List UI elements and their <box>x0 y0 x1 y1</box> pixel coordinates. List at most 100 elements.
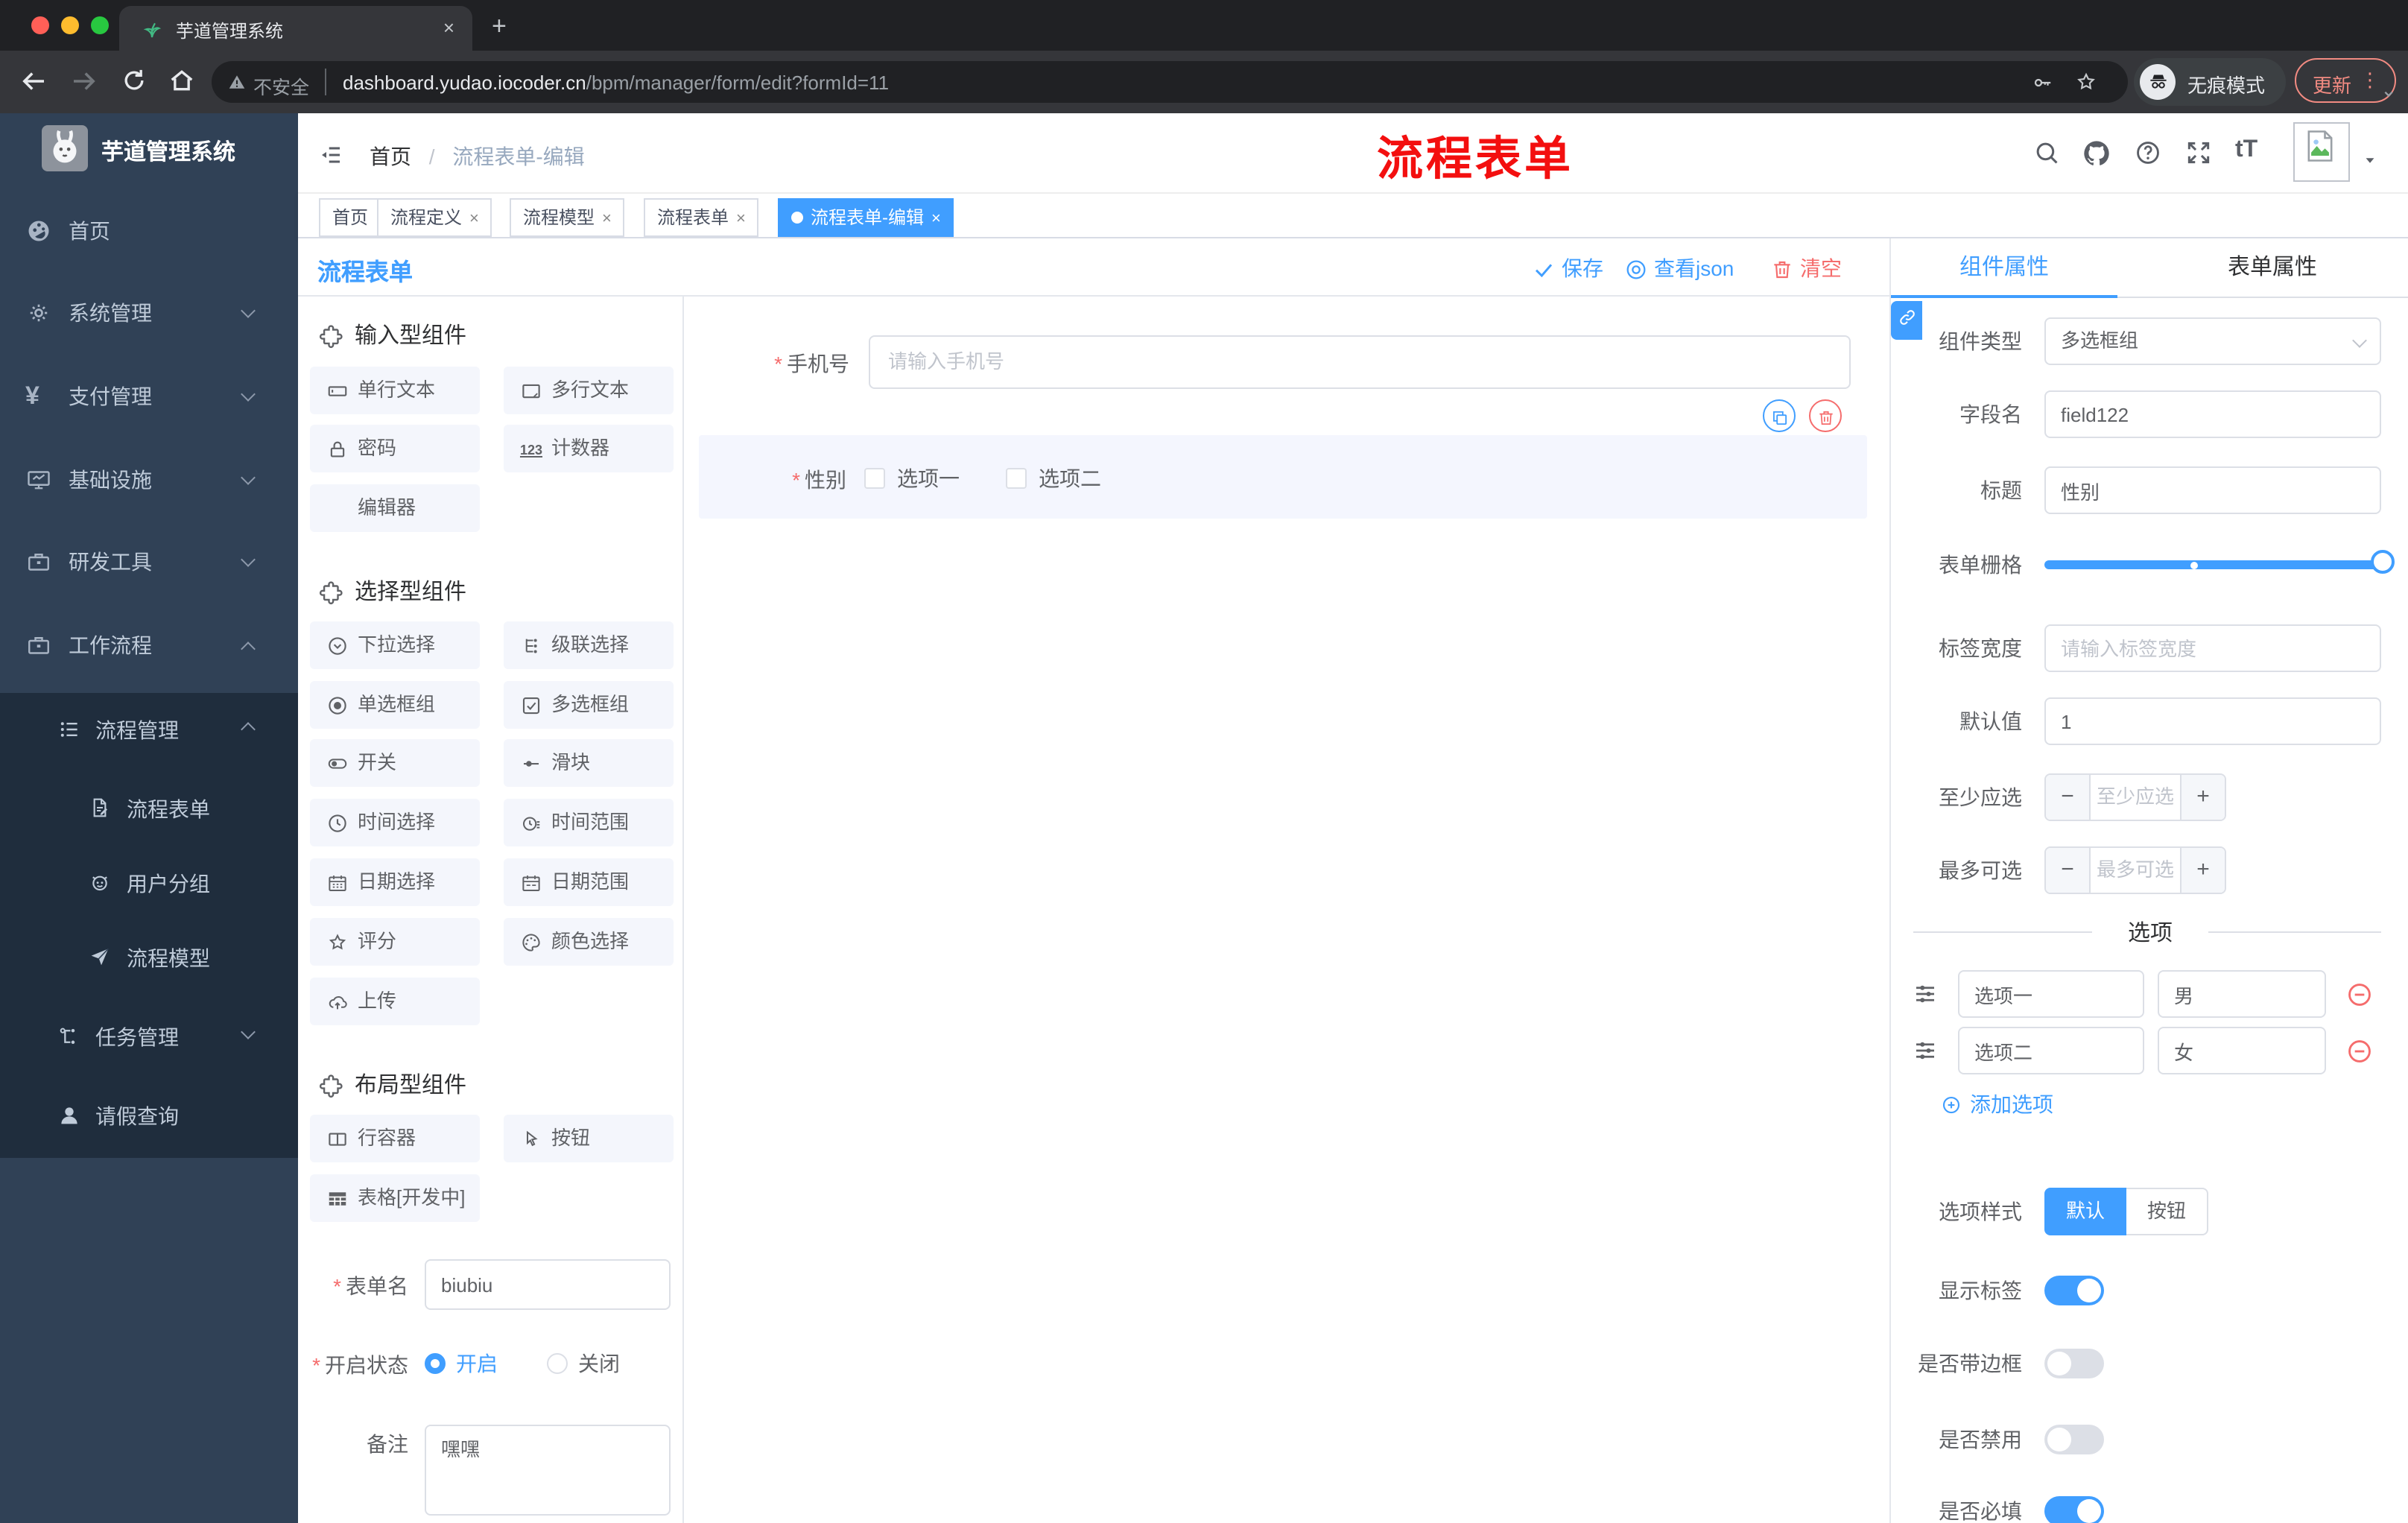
sidebar-item-home[interactable]: 首页 <box>0 189 298 273</box>
add-option-button[interactable]: 添加选项 <box>1940 1089 2053 1119</box>
remove-option-icon[interactable] <box>2345 1037 2374 1066</box>
new-tab-button[interactable]: + <box>492 12 507 42</box>
sidebar-item-user-group[interactable]: 用户分组 <box>0 846 298 921</box>
sidebar-item-payment[interactable]: ¥ 支付管理 <box>0 355 298 438</box>
tag-process-form-edit[interactable]: 流程表单-编辑 × <box>778 198 954 237</box>
component-switch[interactable]: 开关 <box>310 739 480 787</box>
tag-close-icon[interactable]: × <box>469 210 479 228</box>
delete-field-button[interactable] <box>1809 399 1842 432</box>
option-value-input[interactable] <box>2158 1027 2326 1074</box>
component-rate[interactable]: 评分 <box>310 918 480 966</box>
stepper-minus-button[interactable]: − <box>2046 848 2091 893</box>
stepper-minus-button[interactable]: − <box>2046 775 2091 820</box>
avatar[interactable] <box>2293 122 2350 182</box>
component-color-picker[interactable]: 颜色选择 <box>504 918 674 966</box>
view-json-button[interactable]: 查看json <box>1624 253 1734 283</box>
sidebar-logo[interactable]: 芋道管理系统 <box>0 125 298 185</box>
drag-handle-icon[interactable] <box>1912 1037 1939 1064</box>
disabled-switch[interactable] <box>2044 1425 2104 1454</box>
remove-option-icon[interactable] <box>2345 981 2374 1009</box>
browser-menu-icon[interactable]: ⋮ <box>2360 69 2380 92</box>
required-switch[interactable] <box>2044 1496 2104 1523</box>
tab-close-icon[interactable]: × <box>443 16 454 39</box>
question-icon[interactable] <box>2134 139 2162 167</box>
default-value-input[interactable] <box>2044 697 2381 745</box>
window-chevron-icon[interactable] <box>2378 83 2399 104</box>
component-select[interactable]: 下拉选择 <box>310 621 480 669</box>
max-select-placeholder[interactable]: 最多可选 <box>2091 848 2180 893</box>
component-button[interactable]: 按钮 <box>504 1115 674 1162</box>
component-slider[interactable]: 滑块 <box>504 739 674 787</box>
component-multi-text[interactable]: 多行文本 <box>504 367 674 414</box>
breadcrumb-home[interactable]: 首页 <box>370 145 411 168</box>
drag-handle-icon[interactable] <box>1912 981 1939 1007</box>
fullscreen-icon[interactable] <box>2184 139 2213 167</box>
slider-handle[interactable] <box>2371 550 2395 574</box>
sidebar-item-devtools[interactable]: 研发工具 <box>0 520 298 604</box>
status-radio-on[interactable]: 开启 <box>425 1349 498 1378</box>
border-switch[interactable] <box>2044 1349 2104 1378</box>
search-icon[interactable] <box>2032 139 2061 167</box>
form-name-input[interactable] <box>425 1259 671 1310</box>
grid-slider[interactable] <box>2044 541 2395 589</box>
component-password[interactable]: 密码 <box>310 425 480 472</box>
phone-input[interactable]: 请输入手机号 <box>869 335 1851 389</box>
component-editor[interactable]: 编辑器 <box>310 484 480 532</box>
sidebar-item-process-form[interactable]: 流程表单 <box>0 772 298 846</box>
status-radio-off[interactable]: 关闭 <box>547 1349 620 1378</box>
sidebar-item-process-manage[interactable]: 流程管理 <box>0 693 298 767</box>
browser-tab[interactable]: 芋道管理系统 × <box>119 6 472 51</box>
stepper-plus-button[interactable]: + <box>2180 775 2225 820</box>
option-label-input[interactable] <box>1958 970 2144 1018</box>
tab-form-props[interactable]: 表单属性 <box>2159 238 2386 298</box>
component-table[interactable]: 表格[开发中] <box>310 1174 480 1222</box>
tag-home[interactable]: 首页 <box>319 198 382 237</box>
sidebar-item-leave-query[interactable]: 请假查询 <box>0 1079 298 1153</box>
forward-icon[interactable] <box>69 66 100 97</box>
sidebar-item-task-manage[interactable]: 任务管理 <box>0 1000 298 1074</box>
sidebar-item-process-model[interactable]: 流程模型 <box>0 921 298 995</box>
url-text[interactable]: dashboard.yudao.iocoder.cn/bpm/manager/f… <box>343 71 889 93</box>
field-name-input[interactable] <box>2044 390 2381 438</box>
component-time-range[interactable]: 时间范围 <box>504 799 674 846</box>
label-width-input[interactable] <box>2044 624 2381 672</box>
style-default-button[interactable]: 默认 <box>2044 1188 2126 1235</box>
clear-button[interactable]: 清空 <box>1770 253 1842 283</box>
slider-track[interactable] <box>2044 560 2383 569</box>
window-minimize-button[interactable] <box>61 16 79 34</box>
tag-process-model[interactable]: 流程模型 × <box>510 198 625 237</box>
component-date-range[interactable]: 日期范围 <box>504 858 674 906</box>
tag-close-icon[interactable]: × <box>931 210 941 228</box>
copy-field-button[interactable] <box>1763 399 1796 432</box>
component-cascader[interactable]: 级联选择 <box>504 621 674 669</box>
stepper-plus-button[interactable]: + <box>2180 848 2225 893</box>
component-time-picker[interactable]: 时间选择 <box>310 799 480 846</box>
option-label-input[interactable] <box>1958 1027 2144 1074</box>
github-icon[interactable] <box>2082 139 2111 168</box>
selected-field-gender[interactable]: * 性别 选项一 选项二 <box>699 435 1867 519</box>
component-radio-group[interactable]: 单选框组 <box>310 681 480 729</box>
component-row-container[interactable]: 行容器 <box>310 1115 480 1162</box>
window-close-button[interactable] <box>31 16 49 34</box>
sidebar-collapse-icon[interactable] <box>317 142 344 168</box>
bookmark-star-icon[interactable] <box>2074 70 2098 94</box>
component-counter[interactable]: 123 计数器 <box>504 425 674 472</box>
key-icon[interactable] <box>2031 72 2053 94</box>
tag-close-icon[interactable]: × <box>736 210 746 228</box>
remark-textarea[interactable]: 嘿嘿 <box>425 1425 671 1516</box>
component-upload[interactable]: 上传 <box>310 978 480 1025</box>
address-bar[interactable]: 不安全 dashboard.yudao.iocoder.cn/bpm/manag… <box>212 61 2128 103</box>
sidebar-item-infra[interactable]: 基础设施 <box>0 438 298 522</box>
tab-component-props[interactable]: 组件属性 <box>1891 238 2117 298</box>
component-single-text[interactable]: 单行文本 <box>310 367 480 414</box>
style-button-button[interactable]: 按钮 <box>2126 1188 2208 1235</box>
title-input[interactable] <box>2044 466 2381 514</box>
option-value-input[interactable] <box>2158 970 2326 1018</box>
sidebar-item-system[interactable]: 系统管理 <box>0 271 298 355</box>
home-icon[interactable] <box>167 66 197 95</box>
font-size-icon[interactable]: tT <box>2235 137 2258 164</box>
avatar-caret-icon[interactable] <box>2360 151 2380 170</box>
sidebar-item-workflow[interactable]: 工作流程 <box>0 604 298 687</box>
reload-icon[interactable] <box>119 66 149 95</box>
save-button[interactable]: 保存 <box>1532 253 1603 283</box>
